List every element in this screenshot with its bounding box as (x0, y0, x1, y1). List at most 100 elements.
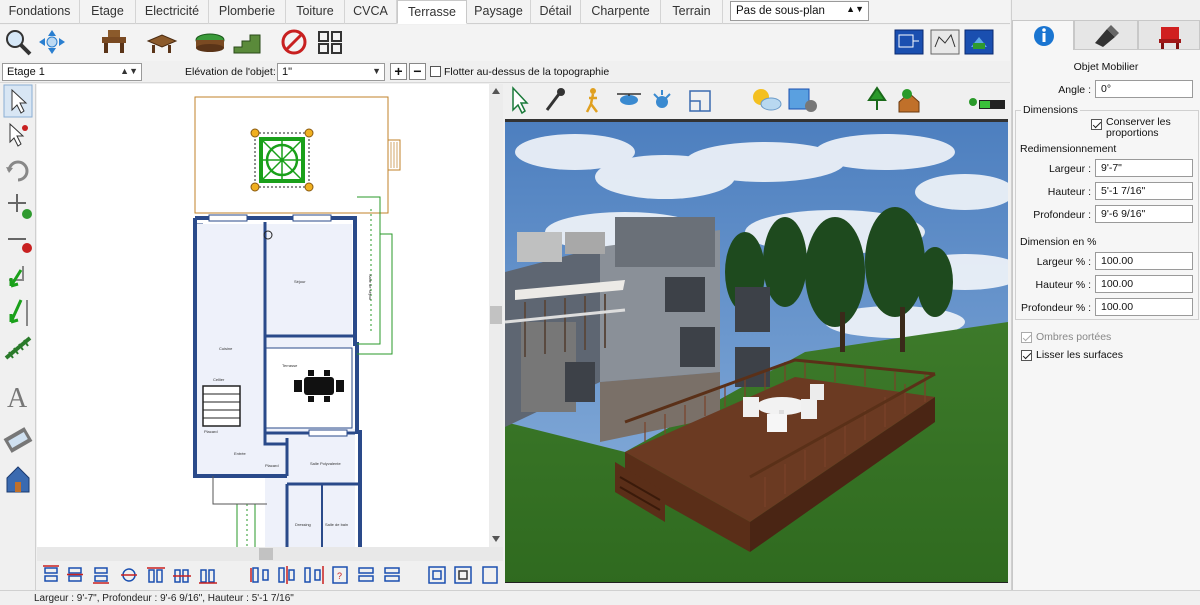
shadows-checkbox[interactable] (1021, 332, 1032, 343)
increment-button[interactable]: + (390, 63, 407, 80)
elevation-input[interactable]: 1" ▼ (277, 63, 385, 81)
text-icon[interactable]: A (3, 380, 33, 414)
info-icon (1034, 26, 1054, 46)
pan-icon[interactable] (36, 27, 68, 57)
add-point-icon[interactable] (3, 188, 33, 222)
floorplan-icon[interactable] (689, 90, 711, 112)
select-arrow-icon[interactable] (3, 84, 33, 118)
3d-select-icon[interactable] (512, 86, 529, 115)
tab-object[interactable] (1138, 20, 1200, 50)
depth-input[interactable]: 9'-6 9/16" (1095, 205, 1193, 223)
angle-label: Angle : (1058, 84, 1091, 96)
keep-proportions-checkbox[interactable] (1091, 119, 1102, 130)
rotate-icon[interactable] (3, 154, 33, 188)
chevron-down-icon: ▲▼ (120, 66, 138, 76)
tab-electricite[interactable]: Electricité (136, 0, 209, 24)
width-percent-input[interactable]: 100.00 (1095, 252, 1193, 270)
height-label: Hauteur : (1047, 186, 1091, 198)
eyedropper-icon[interactable] (545, 88, 565, 111)
depth-percent-input[interactable]: 100.00 (1095, 298, 1193, 316)
height-percent-label: Hauteur % : (1035, 279, 1091, 291)
smooth-surfaces-label: Lisser les surfaces (1036, 349, 1123, 361)
width-percent-label: Largeur % : (1036, 256, 1091, 268)
round-deck-icon[interactable] (194, 27, 226, 57)
tab-plomberie[interactable]: Plomberie (209, 0, 286, 24)
3d-render (505, 122, 1008, 583)
decrement-button[interactable]: − (409, 63, 426, 80)
join-line-icon[interactable] (3, 296, 33, 330)
percent-header: Dimension en % (1020, 236, 1097, 248)
tab-style[interactable] (1074, 20, 1138, 50)
shadows-label: Ombres portées (1036, 331, 1112, 343)
tab-etage[interactable]: Etage (80, 0, 136, 24)
break-line-icon[interactable] (3, 260, 33, 294)
level-value: Etage 1 (7, 66, 45, 78)
dimensions-header: Dimensions (1021, 104, 1080, 116)
sprinkler-icon[interactable] (653, 90, 671, 108)
scrollbar-thumb[interactable] (259, 548, 273, 560)
select-edit-icon[interactable] (3, 120, 33, 154)
subplan-select[interactable]: Pas de sous-plan ▲▼ (730, 1, 869, 21)
room-label-cuisine: Cuisine (219, 346, 233, 351)
width-input[interactable]: 9'-7" (1095, 159, 1193, 177)
float-label: Flotter au-dessus de la topographie (444, 66, 610, 78)
tree-icon[interactable] (867, 86, 887, 110)
3d-view-icon[interactable] (963, 27, 995, 57)
alignment-icons[interactable]: ? (37, 562, 503, 588)
3d-toolbar (512, 86, 1005, 115)
width-label: Largeur : (1048, 163, 1091, 175)
alignment-toolbar: ? (37, 562, 503, 588)
depth-label: Profondeur : (1033, 209, 1091, 221)
deck-icon[interactable] (146, 27, 178, 57)
film-icon[interactable] (3, 424, 33, 458)
render-settings-icon[interactable] (788, 88, 817, 112)
tab-cvca[interactable]: CVCA (345, 0, 397, 24)
height-percent-input[interactable]: 100.00 (1095, 275, 1193, 293)
tab-toiture[interactable]: Toiture (286, 0, 345, 24)
weather-icon[interactable] (753, 89, 782, 111)
3d-view-panel (505, 84, 1008, 586)
stairs-icon[interactable] (232, 27, 264, 57)
3d-scene[interactable] (505, 119, 1008, 583)
plan-view-icon[interactable] (893, 27, 925, 57)
house-3d-icon[interactable] (898, 89, 920, 113)
room-label-dressing: Dressing (295, 522, 311, 527)
walk-icon[interactable] (585, 88, 598, 113)
room-label-placard-1: Placard (204, 429, 218, 434)
elevation-label: Elévation de l'objet: (185, 66, 276, 78)
tab-charpente[interactable]: Charpente (581, 0, 661, 24)
chevron-down-icon: ▼ (372, 66, 381, 76)
keep-proportions-label: Conserver les proportions (1106, 116, 1171, 139)
tab-paysage[interactable]: Paysage (467, 0, 531, 24)
object-title: Objet Mobilier (1073, 61, 1139, 73)
tab-info[interactable] (1012, 20, 1074, 50)
properties-panel: Objet Mobilier Angle : 0° Dimensions Con… (1011, 0, 1200, 590)
no-entry-icon[interactable] (278, 27, 310, 57)
float-checkbox[interactable] (430, 66, 441, 77)
chair-icon (1159, 27, 1181, 49)
angle-input[interactable]: 0° (1095, 80, 1193, 98)
deck-furniture-icon[interactable] (98, 27, 130, 57)
height-input[interactable]: 5'-1 7/16" (1095, 182, 1193, 200)
house-icon[interactable] (3, 462, 33, 496)
tab-terrain[interactable]: Terrain (661, 0, 723, 24)
level-select[interactable]: Etage 1 ▲▼ (2, 63, 142, 81)
room-label-balcon: Salle de séjour (368, 274, 373, 301)
joist-icon[interactable] (314, 27, 346, 57)
remove-point-icon[interactable] (3, 224, 33, 258)
zoom-icon[interactable] (2, 27, 34, 57)
smooth-surfaces-checkbox[interactable] (1021, 350, 1032, 361)
tab-fondations[interactable]: Fondations (0, 0, 80, 24)
room-label-entree: Entrée (234, 451, 247, 456)
tab-terrasse[interactable]: Terrasse (397, 0, 467, 24)
level-row: Etage 1 ▲▼ Elévation de l'objet: 1" ▼ + … (0, 61, 1010, 83)
helicopter-icon[interactable] (617, 93, 641, 105)
plan-view[interactable]: Séjour Cuisine Terrasse Entrée Salle Pol… (37, 84, 503, 547)
elevation-view-icon[interactable] (929, 27, 961, 57)
tab-detail[interactable]: Détail (531, 0, 581, 24)
room-label-cellier: Cellier (213, 377, 225, 382)
terrain-level-icon[interactable] (969, 98, 1005, 109)
railing-icon[interactable] (3, 332, 33, 366)
subplan-value: Pas de sous-plan (736, 5, 825, 17)
plan-horizontal-scrollbar[interactable] (37, 547, 503, 561)
